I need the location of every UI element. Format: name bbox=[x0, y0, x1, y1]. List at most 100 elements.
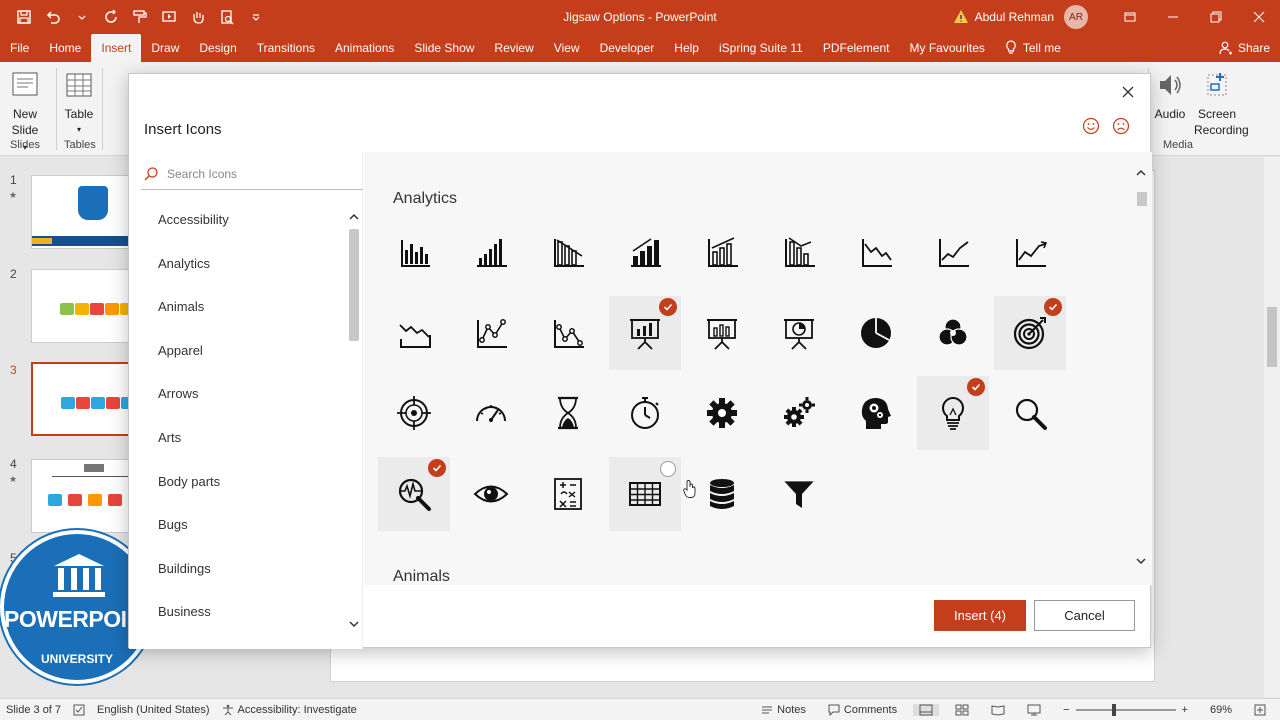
table-button[interactable]: Table ▾ bbox=[62, 70, 96, 138]
ribbon-display-options-button[interactable] bbox=[1108, 0, 1151, 34]
icon-tile[interactable] bbox=[917, 215, 989, 289]
tab-file[interactable]: File bbox=[0, 34, 39, 62]
category-analytics[interactable]: Analytics bbox=[158, 256, 210, 271]
chevron-down-icon[interactable] bbox=[349, 620, 359, 628]
tab-developer[interactable]: Developer bbox=[590, 34, 665, 62]
category-accessibility[interactable]: Accessibility bbox=[158, 212, 229, 227]
touch-mode-button[interactable] bbox=[184, 4, 211, 30]
select-checkbox[interactable] bbox=[660, 461, 676, 477]
category-arrows[interactable]: Arrows bbox=[158, 386, 198, 401]
undo-dropdown[interactable] bbox=[68, 4, 95, 30]
search-input[interactable] bbox=[167, 166, 347, 181]
smile-feedback-icon[interactable] bbox=[1082, 117, 1100, 135]
icon-tile[interactable] bbox=[532, 457, 604, 531]
notes-button[interactable]: Notes bbox=[755, 704, 812, 716]
language-status[interactable]: English (United States) bbox=[91, 704, 216, 716]
restore-button[interactable] bbox=[1194, 0, 1237, 34]
format-painter-button[interactable] bbox=[126, 4, 153, 30]
tab-my-favourites[interactable]: My Favourites bbox=[900, 34, 995, 62]
icon-tile[interactable] bbox=[686, 296, 758, 370]
tab-help[interactable]: Help bbox=[664, 34, 709, 62]
undo-button[interactable] bbox=[39, 4, 66, 30]
customize-toolbar-button[interactable] bbox=[242, 4, 269, 30]
tab-ispring-suite-11[interactable]: iSpring Suite 11 bbox=[709, 34, 813, 62]
editor-scroll-thumb[interactable] bbox=[1267, 307, 1277, 367]
category-business[interactable]: Business bbox=[158, 604, 211, 619]
icon-tile[interactable] bbox=[840, 376, 912, 450]
spelling-status[interactable] bbox=[67, 704, 91, 716]
zoom-slider-thumb[interactable] bbox=[1111, 704, 1116, 716]
icon-tile[interactable] bbox=[686, 215, 758, 289]
icon-tile[interactable] bbox=[532, 376, 604, 450]
icon-tile[interactable] bbox=[609, 376, 681, 450]
tab-pdfelement[interactable]: PDFelement bbox=[813, 34, 900, 62]
present-button[interactable] bbox=[155, 4, 182, 30]
icon-tile[interactable] bbox=[994, 296, 1066, 370]
icon-tile[interactable] bbox=[840, 215, 912, 289]
normal-view-button[interactable] bbox=[913, 704, 940, 716]
icon-tile[interactable] bbox=[455, 215, 527, 289]
fit-slide-button[interactable] bbox=[1248, 704, 1272, 716]
redo-button[interactable] bbox=[97, 4, 124, 30]
icon-tile[interactable] bbox=[994, 215, 1066, 289]
slideshow-view-button[interactable] bbox=[1021, 704, 1047, 716]
icon-tile[interactable] bbox=[917, 296, 989, 370]
account-info[interactable]: Abdul Rehman bbox=[953, 9, 1054, 25]
editor-vertical-scrollbar[interactable] bbox=[1264, 157, 1280, 697]
share-button[interactable]: Share bbox=[1219, 34, 1270, 62]
icon-tile[interactable] bbox=[763, 376, 835, 450]
icon-tile[interactable] bbox=[609, 215, 681, 289]
icon-tile[interactable] bbox=[840, 296, 912, 370]
category-buildings[interactable]: Buildings bbox=[158, 561, 211, 576]
dialog-close-button[interactable] bbox=[1118, 82, 1138, 102]
close-window-button[interactable] bbox=[1237, 0, 1280, 34]
icon-tile[interactable] bbox=[532, 296, 604, 370]
screen-recording-button[interactable]: Screen Recording bbox=[1194, 70, 1249, 138]
icon-tile[interactable] bbox=[455, 296, 527, 370]
tab-insert[interactable]: Insert bbox=[91, 34, 142, 62]
icon-tile[interactable] bbox=[532, 215, 604, 289]
chevron-up-icon[interactable] bbox=[1136, 169, 1146, 177]
icon-tile[interactable] bbox=[378, 296, 450, 370]
gallery-scrollbar[interactable] bbox=[1134, 169, 1148, 569]
frown-feedback-icon[interactable] bbox=[1112, 117, 1130, 135]
icon-tile[interactable] bbox=[609, 457, 681, 531]
save-button[interactable] bbox=[10, 4, 37, 30]
comments-button[interactable]: Comments bbox=[822, 704, 903, 716]
tell-me-search[interactable]: Tell me bbox=[995, 34, 1071, 62]
tab-slide-show[interactable]: Slide Show bbox=[404, 34, 484, 62]
accessibility-status[interactable]: Accessibility: Investigate bbox=[216, 704, 363, 716]
icon-tile[interactable] bbox=[455, 457, 527, 531]
zoom-slider[interactable]: − + bbox=[1057, 704, 1194, 716]
icon-tile[interactable] bbox=[994, 376, 1066, 450]
print-preview-button[interactable] bbox=[213, 4, 240, 30]
cancel-button[interactable]: Cancel bbox=[1034, 600, 1135, 631]
category-animals[interactable]: Animals bbox=[158, 299, 204, 314]
tab-animations[interactable]: Animations bbox=[325, 34, 404, 62]
category-bugs[interactable]: Bugs bbox=[158, 517, 188, 532]
gallery-scroll-thumb[interactable] bbox=[1137, 192, 1147, 206]
slide-sorter-view-button[interactable] bbox=[949, 704, 975, 716]
zoom-level[interactable]: 69% bbox=[1204, 704, 1238, 716]
audio-button[interactable]: Audio bbox=[1152, 70, 1188, 122]
icon-tile[interactable] bbox=[378, 376, 450, 450]
insert-button[interactable]: Insert (4) bbox=[934, 600, 1026, 631]
tab-transitions[interactable]: Transitions bbox=[247, 34, 325, 62]
reading-view-button[interactable] bbox=[985, 704, 1011, 716]
minimize-button[interactable] bbox=[1151, 0, 1194, 34]
category-apparel[interactable]: Apparel bbox=[158, 343, 203, 358]
icon-tile[interactable] bbox=[455, 376, 527, 450]
icon-tile[interactable] bbox=[917, 376, 989, 450]
tab-view[interactable]: View bbox=[544, 34, 590, 62]
tab-review[interactable]: Review bbox=[484, 34, 543, 62]
icon-tile[interactable] bbox=[378, 457, 450, 531]
icon-tile[interactable] bbox=[763, 215, 835, 289]
icon-tile[interactable] bbox=[686, 376, 758, 450]
tab-home[interactable]: Home bbox=[39, 34, 91, 62]
icon-tile[interactable] bbox=[378, 215, 450, 289]
tab-draw[interactable]: Draw bbox=[141, 34, 189, 62]
icon-tile[interactable] bbox=[763, 457, 835, 531]
avatar[interactable]: AR bbox=[1064, 5, 1088, 29]
category-arts[interactable]: Arts bbox=[158, 430, 181, 445]
category-scroll-thumb[interactable] bbox=[349, 229, 359, 341]
